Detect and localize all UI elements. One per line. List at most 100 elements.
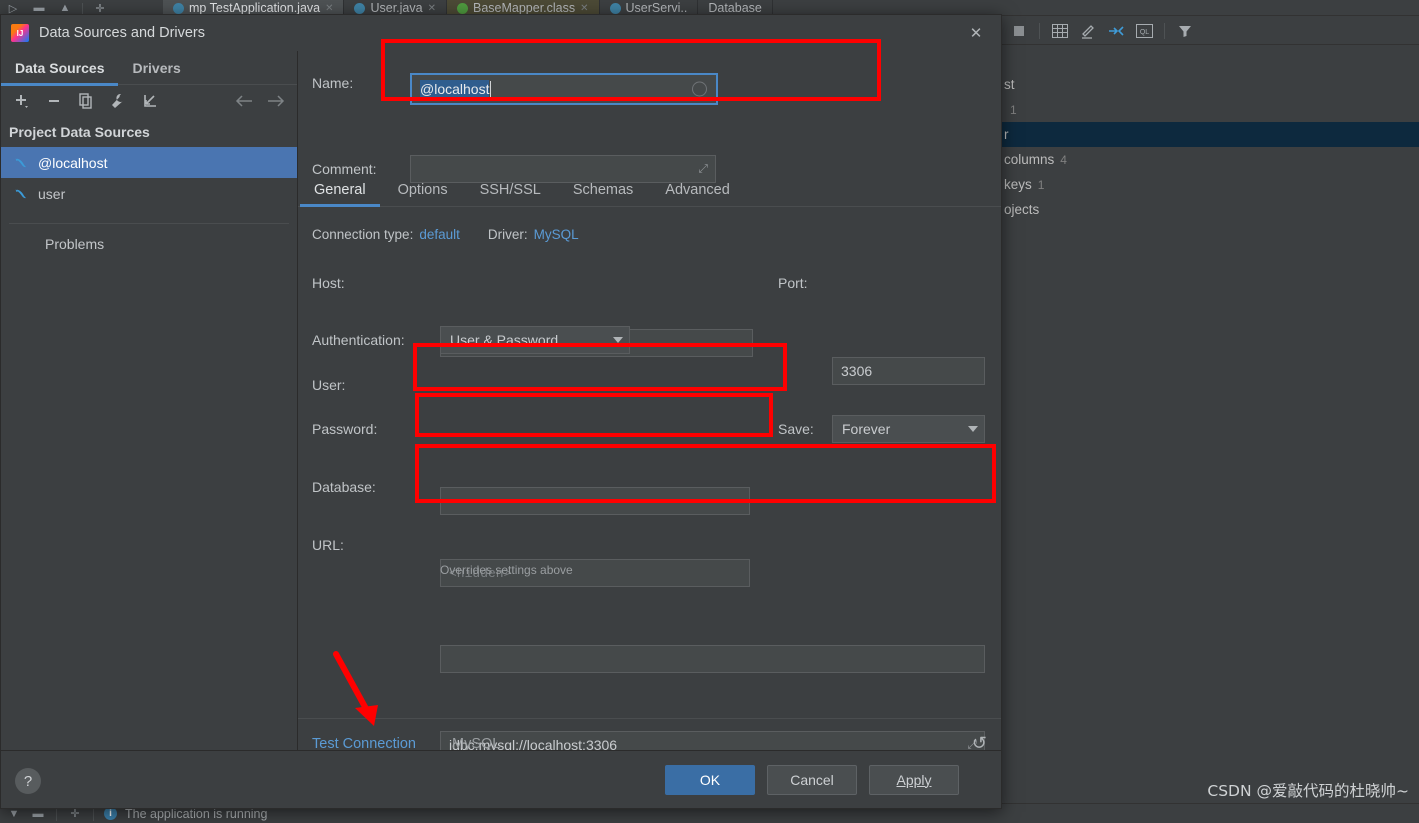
copy-icon[interactable]: [71, 88, 101, 114]
name-input-value: @localhost: [420, 80, 490, 98]
tab-label: Schemas: [572, 181, 634, 198]
csdn-watermark: CSDN @爱敲代码的杜晓帅~: [1207, 782, 1409, 800]
dialog-body: Data Sources Drivers Project Data Source…: [1, 51, 1001, 768]
run-icon[interactable]: ▷: [0, 1, 26, 15]
collapse-icon[interactable]: ▼: [6, 808, 22, 820]
tab-general[interactable]: General: [298, 173, 382, 207]
db-tree-label: ojects: [1004, 202, 1040, 217]
data-source-item-user[interactable]: user: [1, 178, 297, 209]
db-tree-row[interactable]: columns 4: [1000, 147, 1419, 172]
db-tree-row[interactable]: keys 1: [1000, 172, 1419, 197]
name-input[interactable]: @localhost: [410, 73, 718, 105]
apply-button[interactable]: Apply: [869, 764, 959, 795]
db-tree-row[interactable]: 1: [1000, 97, 1419, 122]
edit-icon[interactable]: [1075, 20, 1101, 42]
db-tree-row-selected[interactable]: r: [1000, 122, 1419, 147]
chevron-down-icon: [968, 426, 978, 432]
database-toolbar: QL: [1000, 17, 1419, 45]
stop-icon[interactable]: [1006, 20, 1032, 42]
tab-schemas[interactable]: Schemas: [557, 173, 649, 206]
ql-console-icon[interactable]: QL: [1131, 20, 1157, 42]
text-caret: [490, 81, 492, 97]
close-icon[interactable]: ✕: [325, 3, 333, 14]
screenshot-root: ▷ ▬ ▲ ✛ mp TestApplication.java ✕ User.j…: [0, 0, 1419, 823]
toolbar-divider: [1164, 22, 1165, 39]
settings-tab-bar: General Options SSH/SSL Schemas Advanced: [298, 173, 1001, 207]
class-file-icon: [456, 2, 468, 14]
jump-to-icon[interactable]: [1103, 20, 1129, 42]
minus-icon[interactable]: ▬: [30, 808, 46, 820]
db-tree-row[interactable]: ojects: [1000, 197, 1419, 222]
tab-options[interactable]: Options: [382, 173, 464, 206]
port-row: Port:: [778, 275, 808, 291]
table-icon[interactable]: [1047, 20, 1073, 42]
save-value: Forever: [842, 421, 891, 437]
user-row: User:: [312, 377, 345, 393]
editor-tab-label: Database: [708, 1, 762, 15]
save-dropdown[interactable]: Forever: [832, 415, 985, 443]
port-label: Port:: [778, 275, 808, 291]
down-icon[interactable]: ✛: [87, 1, 113, 15]
connection-type-row: Connection type: default Driver: MySQL: [312, 227, 579, 242]
authentication-row: Authentication:: [312, 332, 405, 348]
user-label: User:: [312, 377, 346, 393]
cancel-button[interactable]: Cancel: [767, 764, 857, 795]
db-tree-row[interactable]: st: [1000, 72, 1419, 97]
port-input-value: 3306: [841, 363, 873, 379]
mysql-dolphin-icon: [15, 158, 26, 167]
tab-drivers[interactable]: Drivers: [118, 51, 194, 85]
problems-item[interactable]: Problems: [1, 224, 297, 264]
tab-label: Drivers: [132, 59, 181, 76]
wrench-icon[interactable]: [103, 88, 133, 114]
connection-type-label: Connection type:: [312, 227, 414, 242]
connection-type-value[interactable]: default: [419, 227, 460, 242]
db-tree-count: 1: [1037, 177, 1045, 192]
tab-label: SSH/SSL: [479, 181, 541, 198]
data-source-label: user: [38, 185, 66, 202]
database-row: Database:: [312, 479, 376, 495]
driver-value[interactable]: MySQL: [534, 227, 579, 242]
forward-icon[interactable]: [261, 88, 291, 114]
svg-text:QL: QL: [1139, 29, 1148, 36]
authentication-dropdown[interactable]: User & Password: [440, 326, 630, 354]
toolbar-divider: [1039, 22, 1040, 39]
import-icon[interactable]: [135, 88, 165, 114]
close-icon[interactable]: ✕: [428, 3, 436, 14]
ok-button[interactable]: OK: [665, 764, 755, 795]
minus-icon[interactable]: ▬: [26, 1, 52, 15]
db-tree-count: 4: [1060, 152, 1067, 167]
user-input[interactable]: [440, 487, 750, 515]
tab-data-sources[interactable]: Data Sources: [1, 51, 119, 86]
database-input[interactable]: [440, 645, 985, 673]
dialog-right-pane: Name: @localhost Comment: ⤢ General Opti…: [298, 51, 1001, 768]
mysql-dolphin-icon: [15, 189, 26, 198]
tab-label: Options: [397, 181, 448, 198]
name-row: Name:: [312, 75, 412, 91]
tab-advanced[interactable]: Advanced: [649, 173, 746, 206]
status-circle-icon: [692, 81, 707, 97]
database-tree: st 1 r columns 4 keys 1 ojects: [1000, 46, 1419, 766]
host-row: Host:: [312, 275, 345, 291]
close-icon[interactable]: ✕: [580, 3, 588, 14]
authentication-label: Authentication:: [312, 332, 405, 348]
driver-label: Driver:: [487, 227, 528, 242]
db-tree-count: 1: [1010, 102, 1017, 117]
up-icon[interactable]: ▲: [52, 1, 78, 15]
filter-icon[interactable]: [1172, 20, 1198, 42]
tab-ssh-ssl[interactable]: SSH/SSL: [464, 173, 557, 206]
help-button[interactable]: ?: [15, 768, 41, 794]
dialog-left-pane: Data Sources Drivers Project Data Source…: [1, 51, 298, 768]
db-tree-label: keys: [1004, 177, 1032, 192]
db-tree-label: st: [1004, 77, 1015, 92]
project-data-sources-title: Project Data Sources: [9, 124, 150, 140]
data-source-item-localhost[interactable]: @localhost: [1, 147, 297, 178]
java-file-icon: [609, 2, 621, 14]
add-icon[interactable]: [7, 88, 37, 114]
editor-tab-label: UserServi..: [625, 1, 688, 15]
authentication-value: User & Password: [450, 332, 559, 348]
tab-label: General: [314, 181, 366, 198]
remove-icon[interactable]: [39, 88, 69, 114]
close-icon[interactable]: ✕: [961, 18, 991, 48]
back-icon[interactable]: [229, 88, 259, 114]
port-input[interactable]: 3306: [832, 357, 985, 385]
